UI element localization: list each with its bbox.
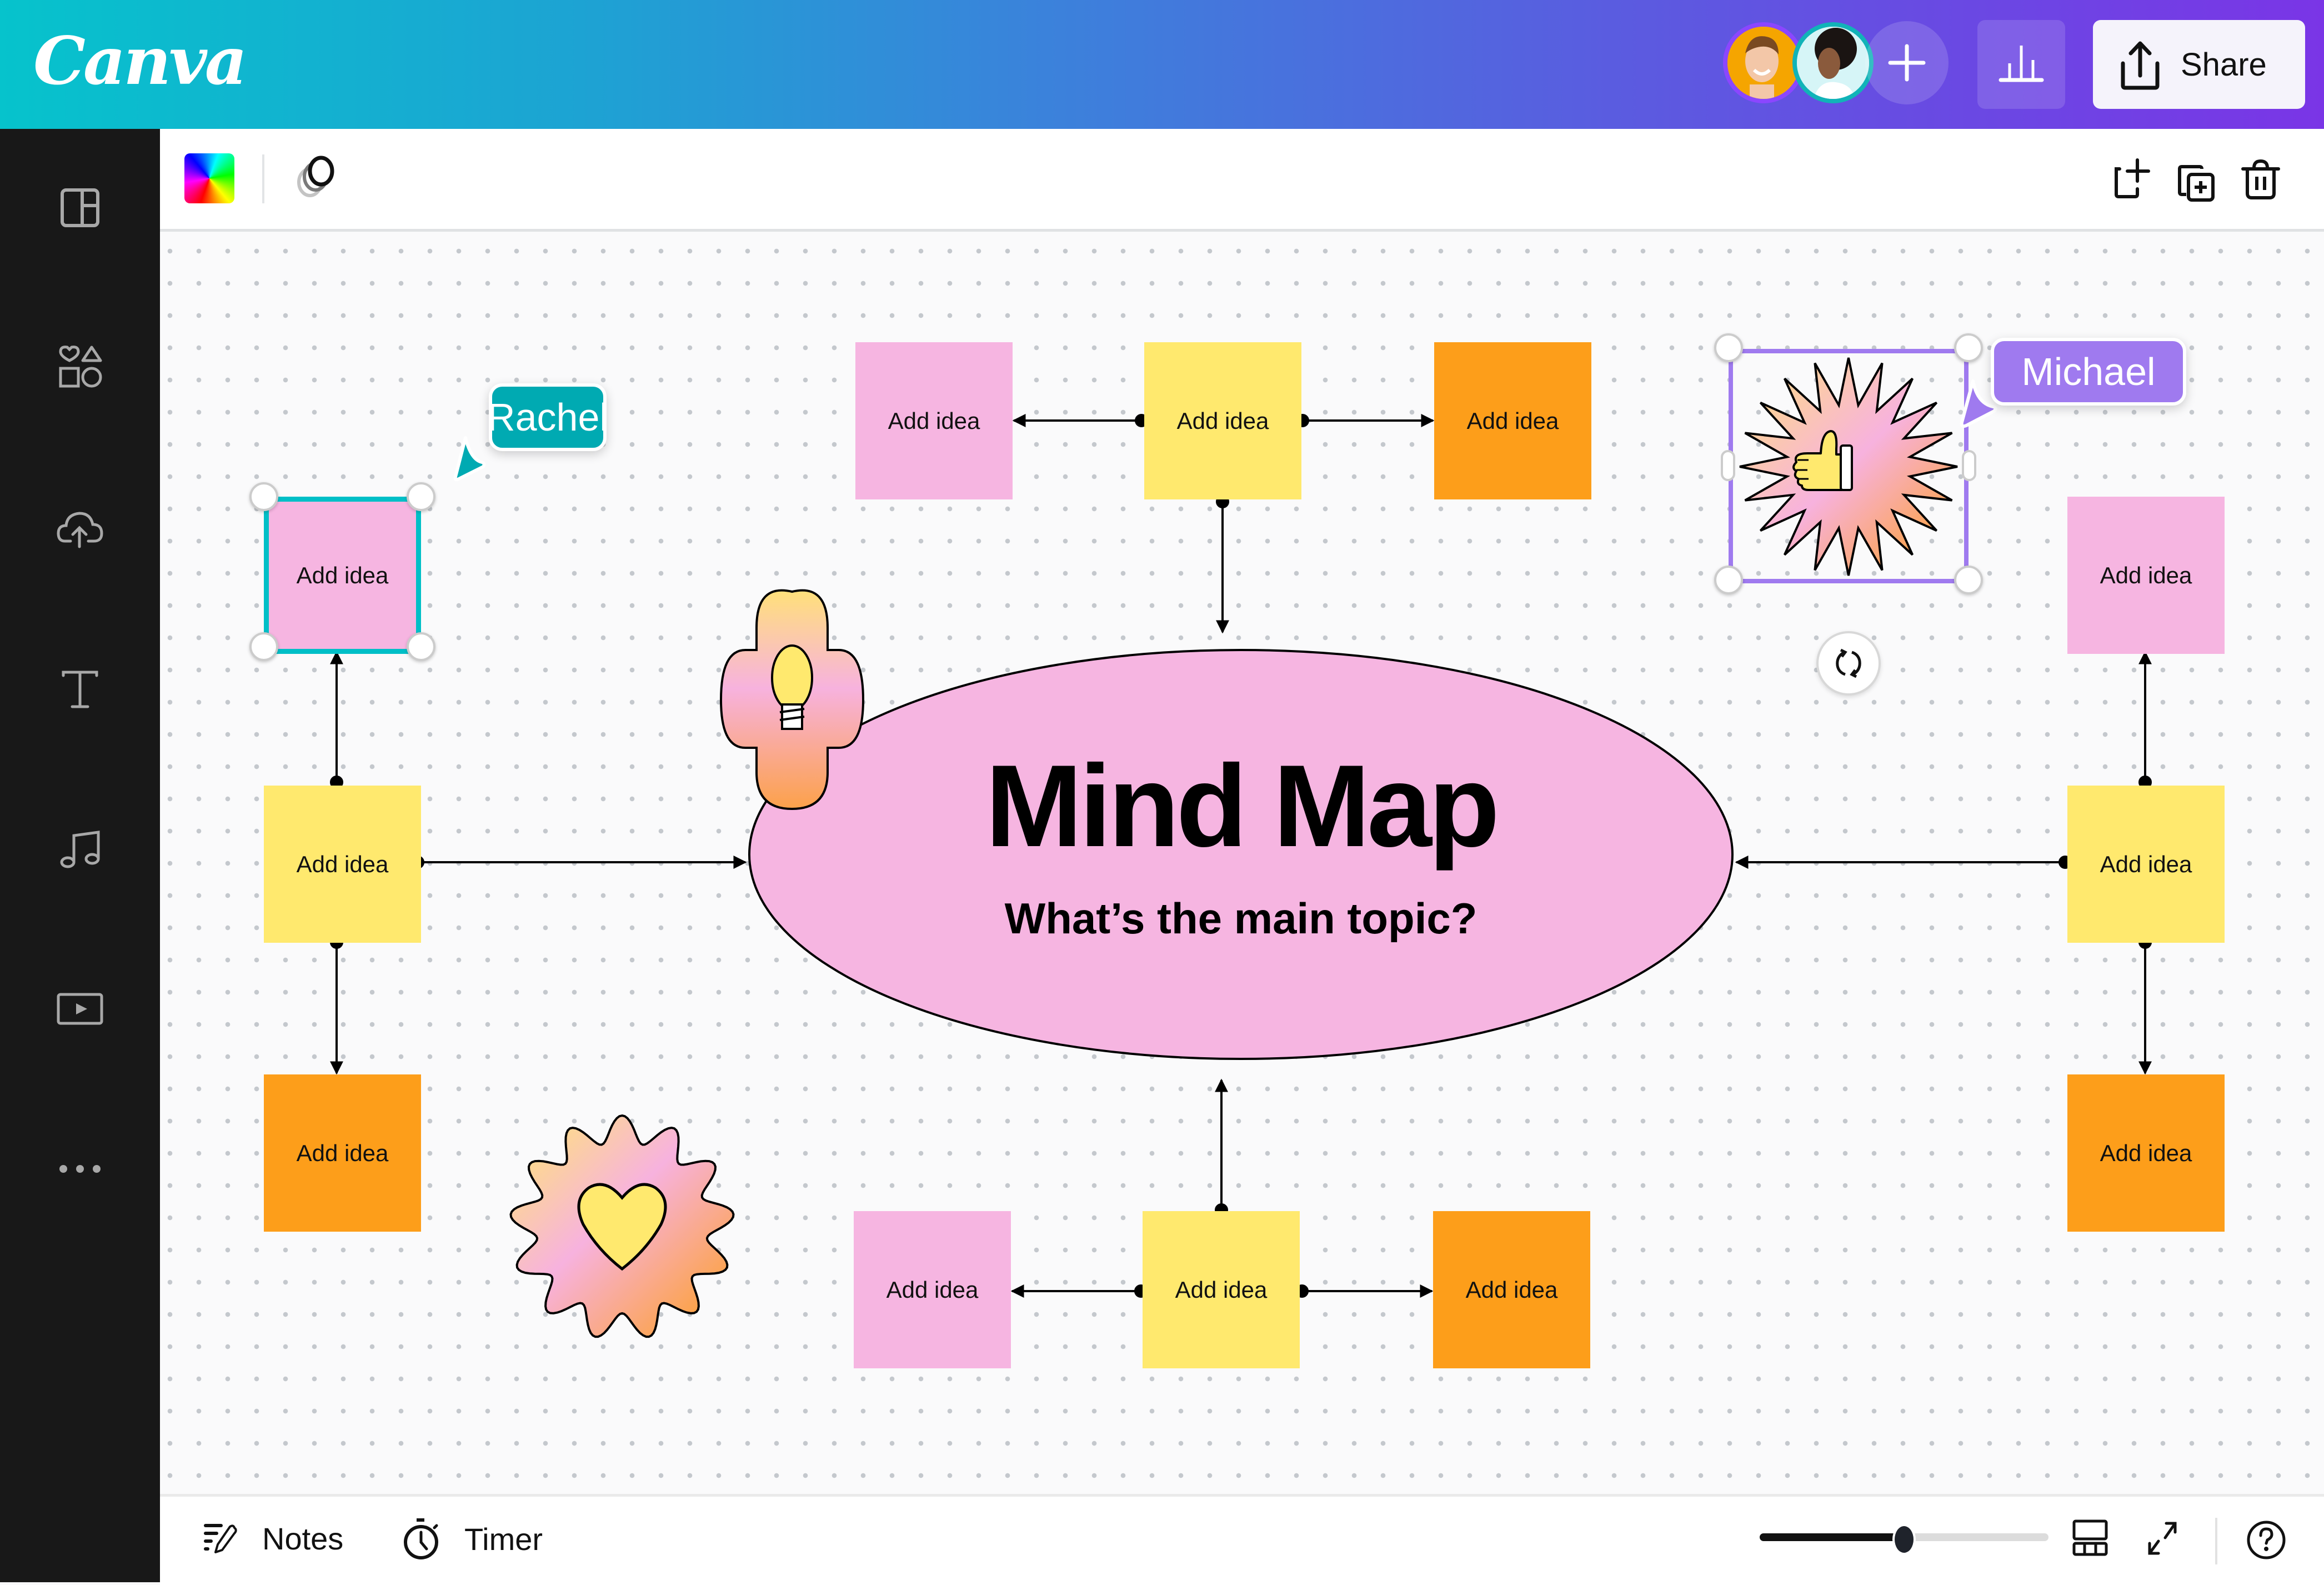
editor-toolbar bbox=[160, 129, 2324, 232]
transparency-icon bbox=[297, 156, 334, 197]
resize-handle[interactable] bbox=[1954, 333, 1983, 362]
fullscreen-icon bbox=[2148, 1522, 2177, 1555]
text-icon bbox=[62, 671, 98, 708]
layout-icon bbox=[61, 188, 99, 227]
collaborator-avatar-2[interactable] bbox=[1792, 22, 1874, 103]
add-collaborator-button[interactable] bbox=[1865, 21, 1949, 104]
help-button[interactable] bbox=[2244, 1518, 2288, 1565]
person-avatar-icon bbox=[1797, 27, 1869, 99]
bottom-bar: Notes Timer bbox=[160, 1494, 2324, 1585]
sticky-note-left-middle[interactable]: Add idea bbox=[264, 786, 421, 943]
sidebar bbox=[0, 129, 160, 1582]
more-dots-icon bbox=[59, 1165, 101, 1173]
resize-handle[interactable] bbox=[407, 632, 435, 661]
music-note-icon bbox=[60, 831, 100, 868]
share-label: Share bbox=[2181, 46, 2267, 83]
side-handle[interactable] bbox=[1962, 450, 1976, 481]
heart-sticker[interactable] bbox=[500, 1106, 744, 1350]
grid-view-icon bbox=[2072, 1519, 2108, 1556]
sidebar-item-more[interactable] bbox=[52, 1141, 108, 1197]
rachel-name-tag: Rachel bbox=[487, 383, 608, 451]
upload-icon bbox=[2121, 41, 2160, 90]
sticky-note-bottom-center[interactable]: Add idea bbox=[1143, 1211, 1300, 1368]
shapes-icon bbox=[59, 346, 102, 388]
sticky-note-right-middle[interactable]: Add idea bbox=[2067, 786, 2225, 943]
resize-handle[interactable] bbox=[407, 482, 435, 511]
canva-logo[interactable]: Canva bbox=[33, 22, 247, 99]
sticky-note-bottom-right[interactable]: Add idea bbox=[1433, 1211, 1590, 1368]
color-picker-icon[interactable] bbox=[184, 153, 234, 203]
lightbulb-sticker[interactable] bbox=[684, 589, 906, 811]
zoom-slider-fill bbox=[1760, 1533, 1904, 1541]
add-page-icon bbox=[2115, 158, 2150, 198]
notes-button[interactable]: Notes bbox=[202, 1519, 343, 1558]
sticky-note-right-bottom[interactable]: Add idea bbox=[2067, 1074, 2225, 1232]
rotate-icon bbox=[1836, 648, 1861, 678]
notes-label: Notes bbox=[262, 1521, 344, 1556]
insights-button[interactable] bbox=[1977, 20, 2065, 109]
share-button[interactable]: Share bbox=[2093, 20, 2305, 109]
toolbar-divider bbox=[262, 154, 264, 203]
rotate-button[interactable] bbox=[1816, 631, 1881, 696]
sticky-note-top-left[interactable]: Add idea bbox=[855, 342, 1013, 499]
michael-name-tag: Michael bbox=[1991, 338, 2186, 406]
video-play-icon bbox=[57, 993, 103, 1025]
sidebar-item-text[interactable] bbox=[52, 661, 108, 717]
resize-handle[interactable] bbox=[1714, 333, 1743, 362]
sticky-note-top-right[interactable]: Add idea bbox=[1434, 342, 1591, 499]
trash-icon bbox=[2241, 159, 2280, 199]
side-handle[interactable] bbox=[1721, 450, 1735, 481]
sidebar-item-uploads[interactable] bbox=[52, 501, 108, 557]
thumbs-up-sticker[interactable] bbox=[1733, 353, 1964, 580]
sticky-note-top-center[interactable]: Add idea bbox=[1144, 342, 1301, 499]
resize-handle[interactable] bbox=[249, 632, 278, 661]
bar-chart-icon bbox=[1999, 46, 2044, 82]
resize-handle[interactable] bbox=[249, 482, 278, 511]
transparency-button[interactable] bbox=[293, 151, 343, 204]
duplicate-page-button[interactable] bbox=[2175, 152, 2220, 205]
sticky-note-left-top[interactable]: Add idea bbox=[264, 497, 421, 654]
sidebar-item-audio[interactable] bbox=[52, 821, 108, 877]
delete-button[interactable] bbox=[2238, 152, 2283, 205]
top-bar: Canva Share bbox=[0, 0, 2324, 129]
resize-handle[interactable] bbox=[1714, 566, 1743, 594]
duplicate-page-icon bbox=[2178, 165, 2215, 202]
central-topic-subtitle[interactable]: What’s the main topic? bbox=[747, 893, 1735, 944]
timer-button[interactable]: Timer bbox=[400, 1517, 543, 1561]
sidebar-item-videos[interactable] bbox=[52, 981, 108, 1037]
resize-handle[interactable] bbox=[1954, 566, 1983, 594]
cloud-upload-icon bbox=[57, 512, 103, 548]
timer-label: Timer bbox=[464, 1521, 543, 1557]
sidebar-item-design[interactable] bbox=[52, 180, 108, 236]
help-icon bbox=[2247, 1521, 2286, 1559]
sidebar-item-elements[interactable] bbox=[52, 340, 108, 396]
sticky-note-right-top[interactable]: Add idea bbox=[2067, 497, 2225, 654]
add-page-button[interactable] bbox=[2111, 152, 2155, 205]
zoom-slider-track[interactable] bbox=[1760, 1524, 2048, 1555]
bottom-divider bbox=[2215, 1518, 2217, 1564]
person-avatar-icon bbox=[1727, 27, 1800, 99]
grid-view-button[interactable] bbox=[2071, 1518, 2110, 1559]
notes-icon bbox=[204, 1524, 237, 1553]
sticky-note-bottom-left[interactable]: Add idea bbox=[854, 1211, 1011, 1368]
timer-icon bbox=[404, 1518, 438, 1559]
fullscreen-button[interactable] bbox=[2143, 1519, 2182, 1561]
zoom-slider-thumb[interactable] bbox=[1892, 1524, 1916, 1555]
sticky-note-left-bottom[interactable]: Add idea bbox=[264, 1074, 421, 1232]
plus-icon bbox=[1888, 44, 1926, 82]
